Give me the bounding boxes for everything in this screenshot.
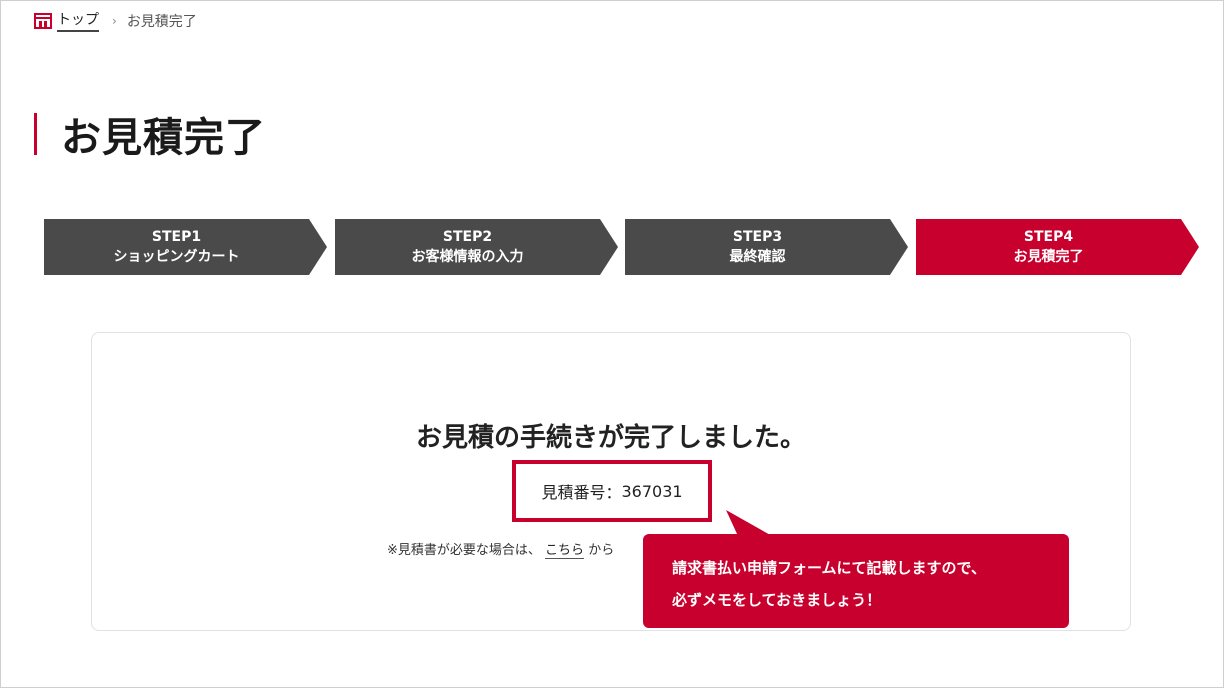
step-label: 最終確認 [729, 249, 786, 265]
page-title: お見積完了 [61, 115, 266, 161]
memo-callout: 請求書払い申請フォームにて記載しますので、 必ずメモをしておきましょう！ [643, 534, 1069, 628]
step-number: STEP3 [732, 229, 783, 245]
page-frame: トップ › お見積完了 お見積完了 STEP1 ショッピングカート STEP2 … [0, 0, 1224, 688]
step-label: ショッピングカート [113, 249, 240, 265]
note-prefix: ※見積書が必要な場合は、 [387, 543, 541, 558]
quote-document-note: ※見積書が必要な場合は、 こちら から [387, 539, 615, 559]
breadcrumb-home-link[interactable]: トップ [57, 9, 99, 32]
quote-number-box: 見積番号： 367031 [512, 460, 712, 522]
note-suffix: から [588, 543, 615, 558]
step-number: STEP4 [1023, 229, 1074, 245]
page-title-wrap: お見積完了 [34, 109, 266, 161]
completion-heading: お見積の手続きが完了しました。 [415, 423, 806, 453]
step-number: STEP1 [151, 229, 202, 245]
step-2: STEP2 お客様情報の入力 [335, 219, 618, 275]
breadcrumb: トップ › お見積完了 [34, 9, 197, 32]
callout-line-1: 請求書払い申請フォームにて記載しますので、 [672, 559, 986, 577]
callout-line-2: 必ずメモをしておきましょう！ [672, 591, 882, 609]
quote-number-label: 見積番号： [541, 483, 622, 502]
step-number: STEP2 [442, 229, 493, 245]
quote-document-link[interactable]: こちら [545, 543, 585, 559]
title-accent-bar [34, 113, 37, 155]
step-3: STEP3 最終確認 [625, 219, 908, 275]
quote-number-value: 367031 [621, 481, 683, 501]
callout-tail [726, 510, 772, 536]
breadcrumb-current: お見積完了 [126, 13, 197, 30]
step-progress: STEP1 ショッピングカート STEP2 お客様情報の入力 STEP3 最終確… [44, 219, 1199, 275]
home-icon [34, 12, 52, 29]
step-1: STEP1 ショッピングカート [44, 219, 327, 275]
breadcrumb-separator: › [112, 13, 117, 28]
step-label: お客様情報の入力 [411, 249, 524, 265]
step-4-active: STEP4 お見積完了 [916, 219, 1199, 275]
step-label: お見積完了 [1013, 249, 1084, 265]
